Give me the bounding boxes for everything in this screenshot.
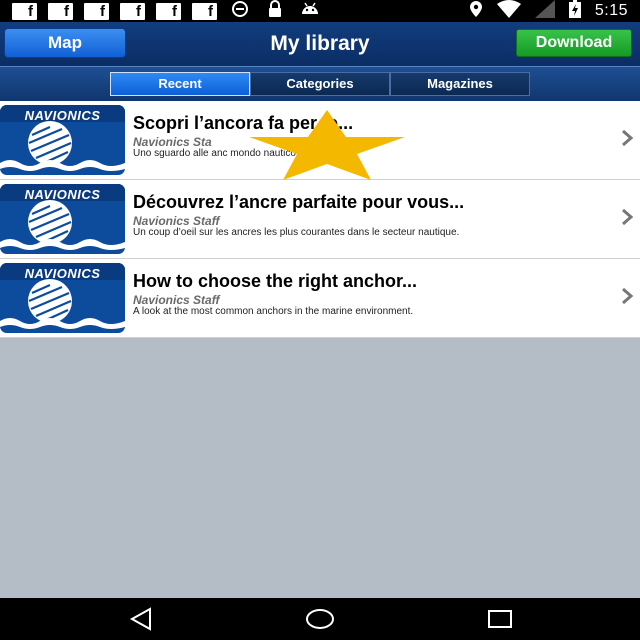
item-author: Navionics Staff: [133, 214, 220, 228]
item-description: A look at the most common anchors in the…: [133, 306, 414, 317]
tab-magazines[interactable]: Magazines: [390, 72, 530, 96]
chevron-right-icon: [622, 287, 634, 305]
status-bar: f f f f f f 5:15: [0, 0, 640, 22]
item-author: Navionics Staff: [133, 293, 220, 307]
navionics-thumbnail: NAVIONICS: [0, 105, 125, 175]
segmented-toolbar: Recent Categories Magazines: [0, 66, 640, 101]
thumbnail-label: NAVIONICS: [24, 187, 101, 202]
list-item[interactable]: NAVIONICS Découvrez l’ancre parfaite pou…: [0, 180, 640, 259]
signal-icon: [534, 0, 555, 23]
star-icon: [249, 110, 405, 180]
facebook-icon: f: [48, 2, 73, 20]
item-description: Un coup d’oeil sur les ancres les plus c…: [133, 227, 460, 238]
chevron-right-icon: [622, 208, 634, 226]
facebook-icon: f: [192, 2, 217, 20]
system-status: 5:15: [469, 0, 628, 23]
thumbnail-label: NAVIONICS: [24, 108, 101, 123]
navionics-thumbnail: NAVIONICS: [0, 184, 125, 254]
clock: 5:15: [594, 2, 628, 19]
chevron-right-icon: [622, 129, 634, 147]
thumbnail-label: NAVIONICS: [24, 266, 101, 281]
facebook-icon: f: [156, 2, 181, 20]
map-button[interactable]: Map: [4, 28, 126, 58]
android-icon: [298, 0, 322, 23]
wifi-icon: [496, 0, 521, 23]
notification-area: f f f f f f: [12, 0, 322, 23]
facebook-icon: f: [84, 2, 109, 20]
location-icon: [469, 0, 483, 23]
facebook-icon: f: [120, 2, 145, 20]
item-title: Découvrez l’ancre parfaite pour vous...: [133, 192, 465, 212]
tab-categories[interactable]: Categories: [250, 72, 390, 96]
lock-icon: [263, 0, 287, 23]
item-title: How to choose the right anchor...: [133, 271, 418, 291]
battery-charging-icon: [568, 0, 581, 23]
facebook-icon: f: [12, 2, 37, 20]
sync-icon: [228, 0, 252, 23]
list-item[interactable]: NAVIONICS How to choose the right anchor…: [0, 259, 640, 338]
navionics-thumbnail: NAVIONICS: [0, 263, 125, 333]
segmented-control: Recent Categories Magazines: [110, 72, 530, 96]
download-button[interactable]: Download: [516, 29, 632, 57]
system-navigation-bar: [0, 598, 640, 640]
tab-recent[interactable]: Recent: [110, 72, 250, 96]
item-author: Navionics Sta: [133, 135, 212, 149]
recent-apps-icon[interactable]: [485, 606, 515, 632]
home-icon[interactable]: [305, 606, 335, 632]
navigation-bar: Map My library Download: [0, 22, 640, 66]
back-icon[interactable]: [126, 606, 156, 632]
